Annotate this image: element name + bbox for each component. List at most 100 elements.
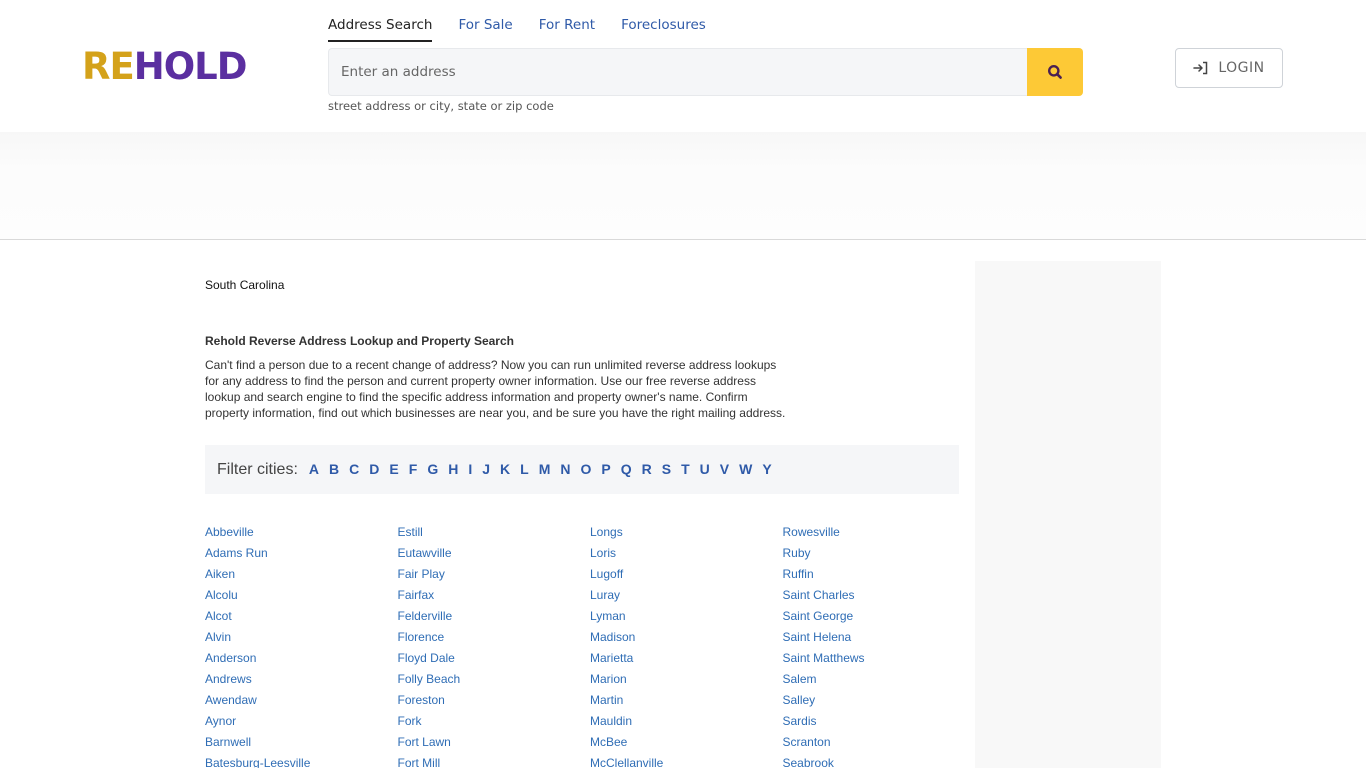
tab-address-search[interactable]: Address Search [328,16,433,42]
login-label: LOGIN [1218,60,1265,76]
city-link[interactable]: Alcot [205,606,398,627]
city-link[interactable]: Awendaw [205,690,398,711]
city-link[interactable]: McBee [590,732,783,753]
filter-letter-b[interactable]: B [329,461,339,477]
filter-label: Filter cities: [217,460,298,478]
city-link[interactable]: Alvin [205,627,398,648]
filter-letter-u[interactable]: U [700,461,710,477]
city-column: Rowesville Ruby Ruffin Saint Charles Saint G… [783,522,976,768]
city-link[interactable]: Luray [590,585,783,606]
tab-foreclosures[interactable]: Foreclosures [621,16,706,42]
filter-letter-o[interactable]: O [581,461,592,477]
filter-letter-y[interactable]: Y [762,461,771,477]
city-link[interactable]: Foreston [398,690,591,711]
city-link[interactable]: Aiken [205,564,398,585]
city-link[interactable]: Andrews [205,669,398,690]
filter-letter-p[interactable]: P [601,461,610,477]
filter-letter-l[interactable]: L [520,461,529,477]
city-link[interactable]: Marietta [590,648,783,669]
filter-letter-d[interactable]: D [369,461,379,477]
section-description: Can't find a person due to a recent chan… [205,358,786,420]
address-search-input[interactable] [328,48,1027,96]
city-link[interactable]: Fork [398,711,591,732]
city-link[interactable]: Loris [590,543,783,564]
filter-letter-w[interactable]: W [739,461,752,477]
city-link[interactable]: Barnwell [205,732,398,753]
city-link[interactable]: Martin [590,690,783,711]
city-link[interactable]: Mauldin [590,711,783,732]
city-link[interactable]: Estill [398,522,591,543]
city-column: Estill Eutawville Fair Play Fairfax Feldervi… [398,522,591,768]
city-link[interactable]: Floyd Dale [398,648,591,669]
city-filter-bar: Filter cities: ABCDEFGHIJKLMNOPQRSTUVWY [205,445,959,494]
filter-letter-s[interactable]: S [662,461,671,477]
site-header: REHOLD Address Search For Sale For Rent … [0,0,1366,132]
city-link[interactable]: Adams Run [205,543,398,564]
city-link[interactable]: Lugoff [590,564,783,585]
city-link[interactable]: Aynor [205,711,398,732]
city-link[interactable]: Felderville [398,606,591,627]
city-link[interactable]: Anderson [205,648,398,669]
city-column: Longs Loris Lugoff Luray Lyman Madison Mariett… [590,522,783,768]
city-link[interactable]: Saint Matthews [783,648,976,669]
city-link[interactable]: McClellanville [590,753,783,768]
logo-hold: HOLD [133,45,248,88]
city-link[interactable]: Lyman [590,606,783,627]
city-link[interactable]: Alcolu [205,585,398,606]
city-link[interactable]: Marion [590,669,783,690]
city-link[interactable]: Salley [783,690,976,711]
city-link[interactable]: Scranton [783,732,976,753]
filter-letter-r[interactable]: R [642,461,652,477]
city-link[interactable]: Saint Helena [783,627,976,648]
filter-letter-i[interactable]: I [468,461,472,477]
login-icon [1193,61,1208,75]
city-link[interactable]: Fort Mill [398,753,591,768]
city-link[interactable]: Longs [590,522,783,543]
filter-letter-v[interactable]: V [720,461,729,477]
city-link[interactable]: Rowesville [783,522,976,543]
tab-for-rent[interactable]: For Rent [539,16,595,42]
filter-letter-n[interactable]: N [560,461,570,477]
filter-letter-e[interactable]: E [389,461,398,477]
filter-letter-c[interactable]: C [349,461,359,477]
city-link[interactable]: Madison [590,627,783,648]
city-link[interactable]: Ruby [783,543,976,564]
city-list: Abbeville Adams Run Aiken Alcolu Alcot Alvin A… [205,522,975,768]
filter-letter-j[interactable]: J [482,461,490,477]
filter-letter-h[interactable]: H [448,461,458,477]
city-link[interactable]: Seabrook [783,753,976,768]
rehold-logo[interactable]: REHOLD [82,45,248,88]
city-link[interactable]: Saint George [783,606,976,627]
filter-letter-m[interactable]: M [539,461,551,477]
address-search-box [328,48,1083,96]
filter-letter-k[interactable]: K [500,461,510,477]
sidebar-ad [975,261,1161,768]
tab-for-sale[interactable]: For Sale [458,16,512,42]
search-tabs: Address Search For Sale For Rent Foreclo… [328,16,732,42]
city-link[interactable]: Florence [398,627,591,648]
city-link[interactable]: Sardis [783,711,976,732]
filter-letter-g[interactable]: G [427,461,438,477]
city-link[interactable]: Ruffin [783,564,976,585]
filter-letter-t[interactable]: T [681,461,690,477]
city-link[interactable]: Fort Lawn [398,732,591,753]
ad-banner-area [0,132,1366,240]
filter-letter-a[interactable]: A [309,461,319,477]
filter-letter-q[interactable]: Q [621,461,632,477]
filter-letter-f[interactable]: F [409,461,418,477]
search-icon [1048,65,1062,79]
city-link[interactable]: Fair Play [398,564,591,585]
city-link[interactable]: Saint Charles [783,585,976,606]
login-button[interactable]: LOGIN [1175,48,1283,88]
state-name: South Carolina [205,278,285,292]
city-link[interactable]: Fairfax [398,585,591,606]
city-link[interactable]: Eutawville [398,543,591,564]
logo-re: RE [82,45,135,88]
search-button[interactable] [1027,48,1083,96]
city-link[interactable]: Batesburg-Leesville [205,753,398,768]
city-link[interactable]: Salem [783,669,976,690]
section-title: Rehold Reverse Address Lookup and Proper… [205,334,514,348]
city-column: Abbeville Adams Run Aiken Alcolu Alcot Alvin A… [205,522,398,768]
city-link[interactable]: Folly Beach [398,669,591,690]
city-link[interactable]: Abbeville [205,522,398,543]
